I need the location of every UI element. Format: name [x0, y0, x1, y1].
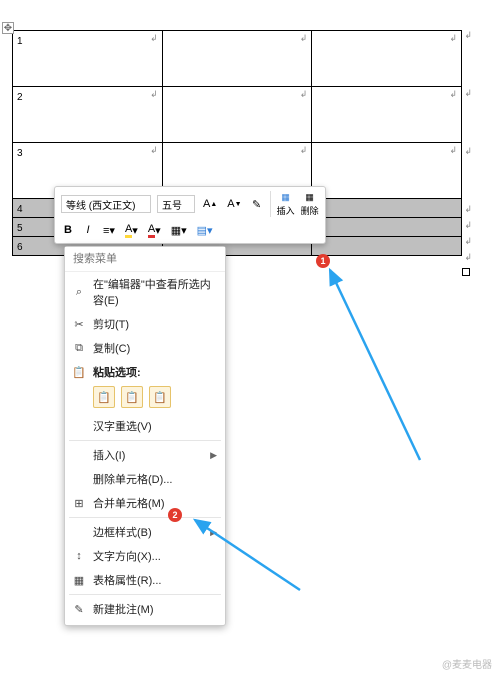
- cell-number: 5: [17, 223, 23, 234]
- para-mark-icon: ↲: [464, 220, 472, 231]
- grid-icon: ⊞: [71, 497, 87, 510]
- font-color-button[interactable]: A▾: [146, 221, 163, 239]
- menu-new-comment[interactable]: ✎ 新建批注(M): [65, 597, 225, 621]
- para-mark-icon: ↲: [449, 89, 457, 100]
- menu-hanzi-reselect[interactable]: 汉字重选(V): [65, 414, 225, 438]
- para-mark-icon: ↲: [464, 204, 472, 215]
- font-size-combo[interactable]: 五号: [157, 195, 195, 213]
- table-icon: ▦: [71, 574, 87, 587]
- cell-number: 2: [17, 92, 23, 103]
- menu-search-input[interactable]: [65, 247, 225, 272]
- cell-align-button[interactable]: ▤▾: [195, 221, 215, 239]
- para-mark-icon: ↲: [464, 236, 472, 247]
- para-mark-icon: ↲: [150, 145, 158, 156]
- search-icon: ⌕: [71, 286, 87, 299]
- resize-handle-icon[interactable]: [462, 268, 470, 276]
- para-mark-icon: ↲: [464, 30, 472, 41]
- chevron-right-icon: ▶: [210, 527, 217, 538]
- highlight-button[interactable]: A▾: [123, 221, 140, 239]
- scissors-icon: ✂: [71, 318, 87, 331]
- menu-insert[interactable]: 插入(I) ▶: [65, 443, 225, 467]
- paste-text-only[interactable]: 📋: [149, 386, 171, 408]
- table-row[interactable]: 1 ↲ ↲ ↲: [13, 31, 462, 87]
- para-mark-icon: ↲: [449, 145, 457, 156]
- para-mark-icon: ↲: [300, 89, 308, 100]
- para-mark-icon: ↲: [464, 252, 472, 263]
- para-mark-icon: ↲: [150, 33, 158, 44]
- para-mark-icon: ↲: [464, 146, 472, 157]
- insert-button[interactable]: ▦ 插入: [277, 192, 295, 217]
- menu-delete-cells[interactable]: 删除单元格(D)...: [65, 467, 225, 491]
- grid-icon: ▦: [281, 192, 290, 203]
- menu-paste-header: 📋 粘贴选项:: [65, 360, 225, 384]
- menu-separator: [69, 440, 221, 441]
- menu-separator: [69, 517, 221, 518]
- grow-font-button[interactable]: A▲: [201, 195, 219, 213]
- para-mark-icon: ↲: [300, 33, 308, 44]
- bold-button[interactable]: B: [61, 221, 75, 239]
- paste-options: 📋 📋 📋: [65, 384, 225, 414]
- grid-icon: ▦: [305, 192, 314, 203]
- menu-border-style[interactable]: 边框样式(B) ▶: [65, 520, 225, 544]
- watermark: @麦麦电器: [442, 656, 492, 671]
- para-mark-icon: ↲: [300, 145, 308, 156]
- menu-table-properties[interactable]: ▦ 表格属性(R)...: [65, 568, 225, 592]
- copy-icon: ⧉: [71, 342, 87, 355]
- delete-label: 删除: [301, 204, 319, 217]
- text-direction-icon: ↕: [71, 550, 87, 562]
- menu-cut[interactable]: ✂ 剪切(T): [65, 312, 225, 336]
- annotation-badge-1: 1: [316, 254, 330, 268]
- cell-number: 1: [17, 36, 23, 47]
- cell-number: 4: [17, 204, 23, 215]
- paste-keep-formatting[interactable]: 📋: [93, 386, 115, 408]
- insert-label: 插入: [277, 204, 295, 217]
- separator: [270, 191, 271, 217]
- table-row[interactable]: 2 ↲ ↲ ↲: [13, 87, 462, 143]
- format-painter-button[interactable]: ✎: [250, 195, 264, 213]
- menu-separator: [69, 594, 221, 595]
- cell-number: 6: [17, 242, 23, 253]
- menu-view-in-editor[interactable]: ⌕ 在"编辑器"中查看所选内容(E): [65, 272, 225, 312]
- para-mark-icon: ↲: [150, 89, 158, 100]
- comment-icon: ✎: [71, 603, 87, 616]
- para-mark-icon: ↲: [449, 33, 457, 44]
- align-button[interactable]: ≡▾: [101, 221, 117, 239]
- chevron-right-icon: ▶: [210, 450, 217, 461]
- menu-copy[interactable]: ⧉ 复制(C): [65, 336, 225, 360]
- menu-merge-cells[interactable]: ⊞ 合并单元格(M): [65, 491, 225, 515]
- menu-text-direction[interactable]: ↕ 文字方向(X)...: [65, 544, 225, 568]
- cell-number: 3: [17, 148, 23, 159]
- shrink-font-button[interactable]: A▼: [225, 195, 243, 213]
- clipboard-icon: 📋: [71, 366, 87, 379]
- italic-button[interactable]: I: [81, 221, 95, 239]
- border-button[interactable]: ▦▾: [169, 221, 189, 239]
- para-mark-icon: ↲: [464, 88, 472, 99]
- mini-toolbar: 等线 (西文正文) 五号 A▲ A▼ ✎ ▦ 插入 ▦ 删除 B I ≡▾ A▾…: [54, 186, 326, 244]
- font-name-combo[interactable]: 等线 (西文正文): [61, 195, 151, 213]
- paste-merge-formatting[interactable]: 📋: [121, 386, 143, 408]
- delete-button[interactable]: ▦ 删除: [301, 192, 319, 217]
- annotation-badge-2: 2: [168, 508, 182, 522]
- context-menu: ⌕ 在"编辑器"中查看所选内容(E) ✂ 剪切(T) ⧉ 复制(C) 📋 粘贴选…: [64, 246, 226, 626]
